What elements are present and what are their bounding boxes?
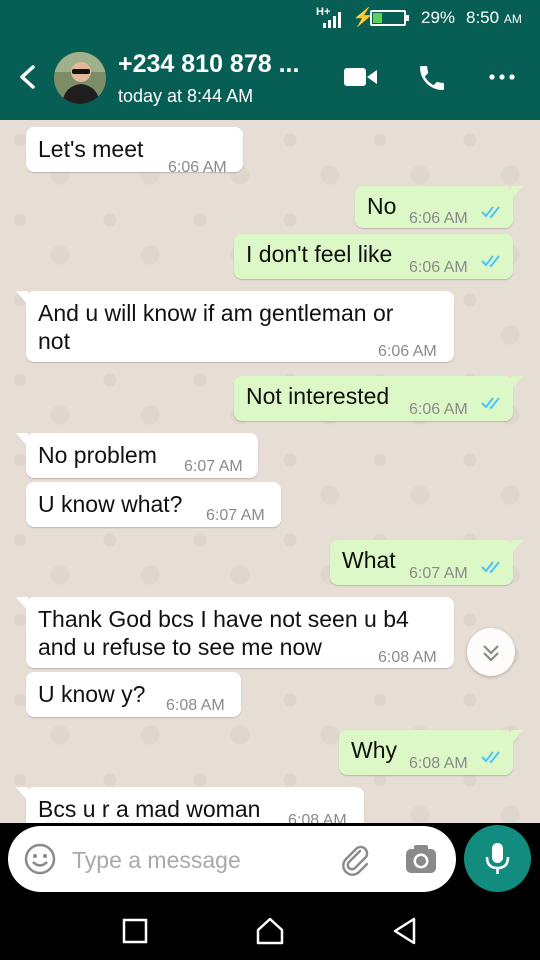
message-time: 6:06 AM <box>409 259 468 276</box>
message-time: 6:08 AM <box>378 649 437 666</box>
system-nav-bar <box>0 900 540 960</box>
scroll-to-bottom-button[interactable] <box>467 628 515 676</box>
message-time: 6:08 AM <box>288 812 347 823</box>
emoji-icon[interactable] <box>23 842 57 876</box>
message-outgoing[interactable]: What 6:07 AM <box>330 540 523 585</box>
battery-icon <box>370 10 409 26</box>
message-time: 6:07 AM <box>206 507 265 524</box>
message-incoming[interactable]: U know y? 6:08 AM <box>26 672 241 717</box>
more-options-icon[interactable] <box>488 72 516 82</box>
chevron-double-down-icon <box>483 645 499 662</box>
message-incoming[interactable]: And u will know if am gentleman or not 6… <box>16 291 454 362</box>
chat-header: +234 810 878 ... today at 8:44 AM <box>0 36 540 120</box>
message-text: I don't feel like <box>246 241 393 267</box>
last-seen: today at 8:44 AM <box>118 86 254 106</box>
message-composer <box>8 826 456 892</box>
video-call-icon[interactable] <box>344 66 378 88</box>
message-text-line-1: And u will know if am gentleman or <box>38 300 394 326</box>
double-check-icon <box>481 206 500 219</box>
signal-icon <box>323 12 341 28</box>
message-outgoing[interactable]: Why 6:08 AM <box>339 730 523 775</box>
message-time: 6:06 AM <box>409 401 468 418</box>
mic-button[interactable] <box>464 825 531 892</box>
message-text: Let's meet <box>38 136 144 162</box>
contact-name[interactable]: +234 810 878 ... <box>118 50 299 79</box>
message-input[interactable] <box>72 844 322 876</box>
nav-recents-icon[interactable] <box>120 916 150 946</box>
message-incoming[interactable]: Bcs u r a mad woman 6:08 AM <box>16 787 364 823</box>
message-text: No <box>367 193 397 219</box>
battery-level <box>373 13 382 23</box>
message-time: 6:08 AM <box>166 697 225 714</box>
nav-back-icon[interactable] <box>390 916 420 946</box>
message-incoming[interactable]: Thank God bcs I have not seen u b4 and u… <box>16 597 454 668</box>
double-check-icon <box>481 255 500 268</box>
message-text: U know y? <box>38 681 146 707</box>
message-text: U know what? <box>38 491 183 517</box>
message-outgoing[interactable]: No 6:06 AM <box>355 186 523 228</box>
clock: 8:50 AM <box>466 8 522 27</box>
chat-area[interactable]: Let's meet 6:06 AM No 6:06 AM I don't fe… <box>0 120 540 823</box>
back-arrow-icon[interactable] <box>14 62 40 92</box>
message-text-line-1: Thank God bcs I have not seen u b4 <box>38 606 409 632</box>
message-time: 6:06 AM <box>409 210 468 227</box>
message-text: Why <box>351 737 397 763</box>
message-outgoing[interactable]: Not interested 6:06 AM <box>234 376 523 421</box>
battery-percent: 29% <box>421 8 456 27</box>
double-check-icon <box>481 561 500 574</box>
message-text: What <box>342 547 396 573</box>
phone-icon[interactable] <box>416 62 448 94</box>
message-incoming[interactable]: U know what? 6:07 AM <box>26 482 281 527</box>
contact-avatar[interactable] <box>54 52 106 104</box>
double-check-icon <box>481 751 500 764</box>
nav-home-icon[interactable] <box>255 916 285 946</box>
double-check-icon <box>481 397 500 410</box>
message-time: 6:07 AM <box>184 458 243 475</box>
status-bar: H+ ⚡ 29% 8:50 AM <box>0 0 540 36</box>
message-text-line-2: not <box>38 328 70 354</box>
message-time: 6:08 AM <box>409 755 468 772</box>
message-text-line-2: and u refuse to see me now <box>38 634 322 660</box>
message-incoming[interactable]: Let's meet 6:06 AM <box>26 127 243 176</box>
camera-icon[interactable] <box>405 844 437 874</box>
message-time: 6:07 AM <box>409 565 468 582</box>
message-text: No problem <box>38 442 157 468</box>
message-incoming[interactable]: No problem 6:07 AM <box>16 433 258 478</box>
message-text: Not interested <box>246 383 390 409</box>
mic-icon <box>485 843 510 874</box>
message-time: 6:06 AM <box>168 159 227 176</box>
message-text: Bcs u r a mad woman <box>38 796 261 822</box>
message-outgoing[interactable]: I don't feel like 6:06 AM <box>234 234 513 279</box>
message-time: 6:06 AM <box>378 343 437 360</box>
attach-icon[interactable] <box>338 842 372 876</box>
